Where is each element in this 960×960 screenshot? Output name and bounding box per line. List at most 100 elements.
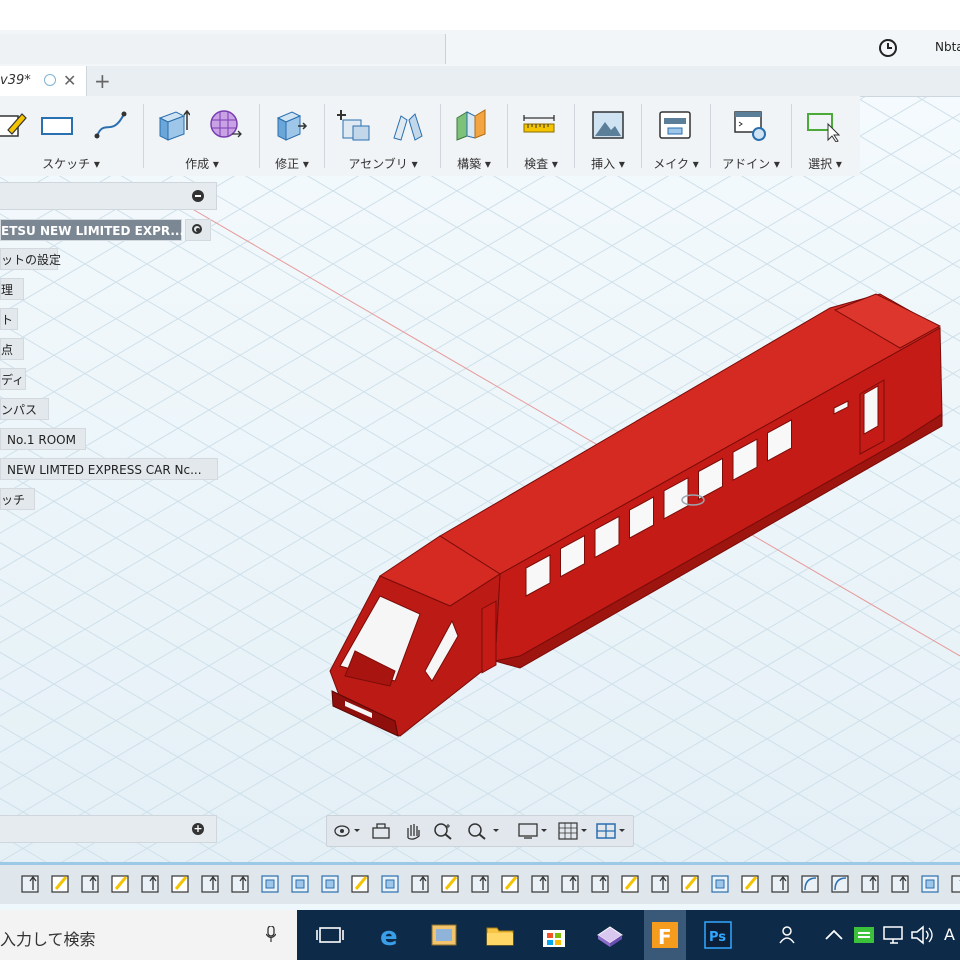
toolbar-group-assembly[interactable]: アセンブリ ▾ <box>327 96 439 176</box>
rectangle-icon[interactable] <box>40 108 74 142</box>
svg-text:F: F <box>658 925 672 949</box>
edge-browser-icon[interactable]: e <box>374 919 406 951</box>
new-component-icon[interactable] <box>337 108 371 142</box>
fit-zoom-icon[interactable] <box>467 822 503 840</box>
tray-clock[interactable]: A <box>944 925 955 944</box>
modify-menu-label[interactable]: 修正 ▾ <box>262 155 322 172</box>
scripts-addins-icon[interactable] <box>733 108 767 142</box>
look-at-icon[interactable] <box>371 822 391 840</box>
tab-strip: v39* ✕ + <box>0 66 960 97</box>
timeline-feature <box>441 875 459 893</box>
browser-root-node[interactable]: ETSU NEW LIMITED EXPR... <box>0 219 184 241</box>
addins-menu-label[interactable]: アドイン ▾ <box>713 155 789 172</box>
chevron-up-icon[interactable] <box>818 919 850 951</box>
fusion-360-icon[interactable]: F <box>649 919 681 951</box>
svg-text:Ps: Ps <box>709 930 726 945</box>
toolbar-group-sketch[interactable]: スケッチ ▾ <box>0 96 142 176</box>
green-tray-icon[interactable] <box>848 919 880 951</box>
taskbar-search-box[interactable]: 入力して検索 <box>0 910 297 960</box>
toolbar-group-create[interactable]: 作成 ▾ <box>146 96 258 176</box>
create-menu-label[interactable]: 作成 ▾ <box>146 155 258 172</box>
browser-node-component-car[interactable]: NEW LIMTED EXPRESS CAR Nc... <box>0 458 218 480</box>
3d-print-icon[interactable] <box>658 108 692 142</box>
select-menu-label[interactable]: 選択 ▾ <box>794 155 856 172</box>
joint-icon[interactable] <box>391 108 425 142</box>
new-tab-button[interactable]: + <box>94 69 111 93</box>
timeline-feature <box>171 875 189 893</box>
microphone-icon[interactable] <box>266 926 276 942</box>
toolbar-group-modify[interactable]: 修正 ▾ <box>262 96 322 176</box>
assembly-menu-label[interactable]: アセンブリ ▾ <box>327 155 439 172</box>
photoshop-icon[interactable]: Ps <box>702 919 734 951</box>
timeline-features[interactable] <box>0 865 960 905</box>
display-settings-icon[interactable] <box>517 822 551 840</box>
browser-node-sketches[interactable]: ト <box>0 308 18 330</box>
timeline-feature <box>771 875 789 893</box>
volume-icon[interactable] <box>906 919 938 951</box>
timeline-feature <box>741 875 759 893</box>
close-tab-icon[interactable]: ✕ <box>63 71 76 90</box>
people-icon[interactable] <box>774 919 806 951</box>
timeline[interactable] <box>0 862 960 904</box>
toolbar-group-select[interactable]: 選択 ▾ <box>794 96 856 176</box>
3d-app-icon[interactable] <box>594 919 626 951</box>
add-comment-icon[interactable]: + <box>192 823 204 835</box>
browser-node-sketch[interactable]: ッチ <box>0 488 35 510</box>
timeline-feature <box>801 875 819 893</box>
toolbar-divider <box>324 104 325 168</box>
data-panel-toggle[interactable] <box>0 34 446 64</box>
browser-node-component-room[interactable]: No.1 ROOM <box>0 428 86 450</box>
toolbar-divider <box>259 104 260 168</box>
timeline-feature <box>81 875 99 893</box>
timeline-feature <box>621 875 639 893</box>
toolbar-group-make[interactable]: メイク ▾ <box>644 96 708 176</box>
comments-panel-header[interactable]: + <box>0 815 217 843</box>
store-icon[interactable] <box>538 919 570 951</box>
create-sketch-icon[interactable] <box>0 108 28 142</box>
browser-node-bodies[interactable]: ディ <box>0 368 26 390</box>
task-view-icon[interactable] <box>314 919 346 951</box>
file-explorer-icon[interactable] <box>484 919 516 951</box>
job-status-icon[interactable] <box>878 38 898 58</box>
orbit-icon[interactable] <box>333 822 361 840</box>
toolbar-group-addins[interactable]: アドイン ▾ <box>713 96 789 176</box>
document-tab[interactable]: v39* ✕ <box>0 66 87 96</box>
activate-component-icon[interactable] <box>185 219 211 241</box>
sketch-menu-label[interactable]: スケッチ ▾ <box>0 155 142 172</box>
toolbar-group-construct[interactable]: 構築 ▾ <box>443 96 505 176</box>
browser-node-canvas[interactable]: ンパス <box>0 398 49 420</box>
browser-panel-header[interactable] <box>0 182 217 210</box>
grid-snap-icon[interactable] <box>557 822 591 840</box>
viewports-icon[interactable] <box>595 822 629 840</box>
make-menu-label[interactable]: メイク ▾ <box>644 155 708 172</box>
taskbar: 入力して検索 e F Ps A <box>0 910 960 960</box>
measure-icon[interactable] <box>522 108 556 142</box>
browser-node-document-settings[interactable]: ットの設定 <box>0 248 61 270</box>
timeline-feature <box>351 875 369 893</box>
timeline-feature <box>471 875 489 893</box>
construct-menu-label[interactable]: 構築 ▾ <box>443 155 505 172</box>
toolbar-group-inspect[interactable]: 検査 ▾ <box>510 96 572 176</box>
extrude-icon[interactable] <box>156 108 190 142</box>
photos-app-icon[interactable] <box>428 919 460 951</box>
collapse-browser-icon[interactable] <box>192 190 204 202</box>
offset-plane-icon[interactable] <box>455 108 489 142</box>
insert-menu-label[interactable]: 挿入 ▾ <box>577 155 639 172</box>
press-pull-icon[interactable] <box>274 108 308 142</box>
browser-node-named-views[interactable]: 理 <box>0 278 24 300</box>
zoom-icon[interactable] <box>433 822 453 840</box>
insert-image-icon[interactable] <box>591 108 625 142</box>
pan-hand-icon[interactable] <box>403 822 423 840</box>
inspect-menu-label[interactable]: 検査 ▾ <box>510 155 572 172</box>
user-name[interactable]: Nbta <box>935 40 960 54</box>
toolbar-group-insert[interactable]: 挿入 ▾ <box>577 96 639 176</box>
toolbar: スケッチ ▾ 作成 ▾ 修正 ▾ アセンブリ ▾ 構築 ▾ 検査 ▾ 挿入 ▾ … <box>0 96 860 176</box>
unsaved-dot-icon <box>44 74 56 86</box>
timeline-feature <box>651 875 669 893</box>
form-icon[interactable] <box>208 108 242 142</box>
select-icon[interactable] <box>806 108 840 142</box>
spline-icon[interactable] <box>94 108 128 142</box>
browser-node-origin[interactable]: 点 <box>0 338 24 360</box>
timeline-feature <box>561 875 579 893</box>
timeline-feature <box>141 875 159 893</box>
